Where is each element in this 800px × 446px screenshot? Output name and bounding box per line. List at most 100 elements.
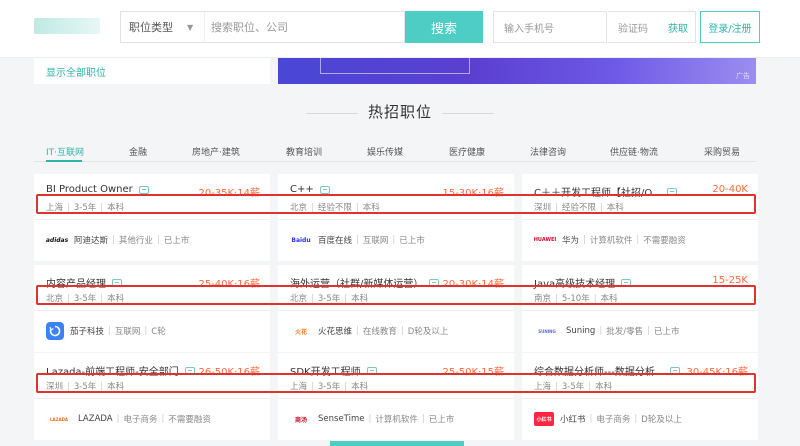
job-salary: 15-25K xyxy=(712,275,748,286)
job-education: 本科 xyxy=(600,294,618,304)
job-education: 本科 xyxy=(351,294,369,304)
job-experience: 3-5年 xyxy=(73,294,97,304)
login-register-button[interactable]: 登录/注册 xyxy=(700,11,760,43)
card-divider xyxy=(522,398,758,399)
job-title[interactable]: C++ xyxy=(290,184,330,195)
chat-icon xyxy=(138,185,149,194)
company-name: 茄子科技 xyxy=(70,327,105,337)
site-logo[interactable] xyxy=(34,18,100,34)
job-card[interactable]: Java高级技术经理 15-25K 南京 | 5-10年 | 本科 SUNING Sun… xyxy=(522,265,758,352)
job-title[interactable]: 海外运营（社群/新媒体运营） xyxy=(290,275,440,290)
job-title[interactable]: Lazada-前端工程师-安全部门 xyxy=(46,363,195,378)
promo-banner[interactable]: 广告 xyxy=(278,58,756,84)
card-divider xyxy=(278,398,514,399)
more-jobs-button[interactable] xyxy=(330,441,464,446)
company-info[interactable]: Baidu 百度在线 | 互联网 | 已上市 xyxy=(290,230,425,250)
company-name: SenseTime xyxy=(318,414,365,424)
company-stage: 已上市 xyxy=(399,236,425,246)
job-card[interactable]: 内容产品经理 25-40K·16薪 北京 | 3-5年 | 本科 茄子科技 | 互联网 | … xyxy=(34,265,270,352)
job-card[interactable]: C＋＋开发工程师【社招/O... 20-40K 深圳 | 经验不限 | 本科 HUAWE… xyxy=(522,174,758,261)
job-city: 北京 xyxy=(290,203,308,213)
job-salary: 30-45K·16薪 xyxy=(686,367,748,378)
company-stage: 已上市 xyxy=(163,236,190,246)
job-city: 深圳 xyxy=(46,382,64,392)
job-card[interactable]: 海外运营（社群/新媒体运营） 20-30K·14薪 北京 | 3-5年 | 本科 火花 … xyxy=(278,265,514,352)
job-experience: 3-5年 xyxy=(73,203,97,213)
company-logo: 火花 xyxy=(294,328,307,336)
job-experience: 3-5年 xyxy=(317,382,341,392)
job-card[interactable]: Lazada-前端工程师-安全部门 26-50K·16薪 深圳 | 3-5年 | 本科 … xyxy=(34,353,270,440)
tab-finance[interactable]: 金融 xyxy=(129,145,147,158)
job-title-text: BI Product Owner xyxy=(46,184,133,195)
tab-media[interactable]: 娱乐传媒 xyxy=(367,145,403,158)
card-divider xyxy=(34,310,270,311)
company-info[interactable]: 商汤 SenseTime | 计算机软件 | 已上市 xyxy=(290,409,454,429)
get-code-link[interactable]: 获取 xyxy=(668,11,688,43)
tab-it-internet[interactable]: IT·互联网 xyxy=(46,145,84,158)
company-info[interactable]: 小红书 小红书 | 电子商务 | D轮及以上 xyxy=(534,409,682,429)
company-logo: 商汤 xyxy=(294,416,307,424)
job-education: 本科 xyxy=(606,203,624,213)
company-logo: 小红书 xyxy=(534,412,554,426)
company-industry: 电子商务 xyxy=(596,415,631,425)
company-info[interactable]: adidas 阿迪达斯 | 其他行业 | 已上市 xyxy=(46,230,189,250)
company-info[interactable]: LAZADA LAZADA | 电子商务 | 不需要融资 xyxy=(46,409,211,429)
company-info[interactable]: HUAWEI 华为 | 计算机软件 | 不需要融资 xyxy=(534,230,686,250)
tab-healthcare[interactable]: 医疗健康 xyxy=(449,145,485,158)
tab-procurement[interactable]: 采购贸易 xyxy=(704,145,740,158)
job-title-text: Lazada-前端工程师-安全部门 xyxy=(46,367,179,378)
company-info[interactable]: 茄子科技 | 互联网 | C轮 xyxy=(46,321,166,341)
banner-ad-label: 广告 xyxy=(736,72,750,80)
job-education: 本科 xyxy=(107,294,125,304)
company-industry: 批发/零售 xyxy=(606,327,644,337)
job-meta: 北京 | 3-5年 | 本科 xyxy=(46,294,125,304)
show-all-jobs-link[interactable]: 显示全部职位 xyxy=(46,64,106,79)
refresh-icon xyxy=(49,325,61,337)
company-logo: SUNING xyxy=(538,328,556,334)
tab-legal[interactable]: 法律咨询 xyxy=(530,145,566,158)
job-salary: 20-40K xyxy=(712,184,748,195)
company-stage: C轮 xyxy=(151,327,166,337)
job-card[interactable]: 综合数据分析师---数据分析... 30-45K·16薪 上海 | 3-5年 | 本科 … xyxy=(522,353,758,440)
company-industry: 计算机软件 xyxy=(375,415,418,425)
chat-icon xyxy=(667,187,678,196)
job-card[interactable]: SDK开发工程师 25-50K·15薪 上海 | 3-5年 | 本科 商汤 SenseT… xyxy=(278,353,514,440)
search-input[interactable] xyxy=(205,20,404,34)
search-button[interactable]: 搜索 xyxy=(405,11,483,43)
job-title[interactable]: 综合数据分析师---数据分析... xyxy=(534,363,681,378)
job-title-text: 海外运营（社群/新媒体运营） xyxy=(290,279,424,290)
phone-field[interactable]: 输入手机号 xyxy=(493,11,607,43)
tab-real-estate[interactable]: 房地产·建筑 xyxy=(192,145,240,158)
company-name: Suning xyxy=(566,326,596,336)
company-info[interactable]: SUNING Suning | 批发/零售 | 已上市 xyxy=(534,321,679,341)
job-title-text: C++ xyxy=(290,184,314,195)
company-name: 火花思维 xyxy=(318,327,353,337)
company-industry: 互联网 xyxy=(114,327,141,337)
job-title[interactable]: 内容产品经理 xyxy=(46,275,122,290)
job-title[interactable]: BI Product Owner xyxy=(46,184,149,195)
job-education: 本科 xyxy=(351,382,369,392)
company-logo: LAZADA xyxy=(49,416,69,422)
job-meta: 上海 | 3-5年 | 本科 xyxy=(290,382,369,392)
job-title[interactable]: C＋＋开发工程师【社招/O... xyxy=(534,184,678,199)
chevron-down-icon: ▼ xyxy=(187,22,194,32)
job-card[interactable]: BI Product Owner 20-35K·14薪 上海 | 3-5年 | 本科 a… xyxy=(34,174,270,261)
job-title-text: C＋＋开发工程师【社招/O... xyxy=(534,188,662,199)
job-city: 北京 xyxy=(290,294,308,304)
chat-icon xyxy=(112,278,122,287)
job-city: 深圳 xyxy=(534,203,552,213)
tab-logistics[interactable]: 供应链·物流 xyxy=(610,145,658,158)
job-title[interactable]: SDK开发工程师 xyxy=(290,363,377,378)
job-card[interactable]: C++ 15-30K·16薪 北京 | 经验不限 | 本科 Baidu 百度在线 | 互联… xyxy=(278,174,514,261)
job-title-text: 综合数据分析师---数据分析... xyxy=(534,367,665,378)
job-type-select[interactable]: 职位类型 ▼ xyxy=(121,12,205,42)
company-info[interactable]: 火花 火花思维 | 在线教育 | D轮及以上 xyxy=(290,321,448,341)
company-name: 小红书 xyxy=(560,415,586,425)
title-right-line xyxy=(442,113,494,114)
job-title[interactable]: Java高级技术经理 xyxy=(534,275,632,290)
job-experience: 3-5年 xyxy=(73,382,97,392)
card-divider xyxy=(522,310,758,311)
tab-education[interactable]: 教育培训 xyxy=(286,145,322,158)
company-stage: D轮及以上 xyxy=(641,415,682,425)
job-title-text: 内容产品经理 xyxy=(46,279,106,290)
